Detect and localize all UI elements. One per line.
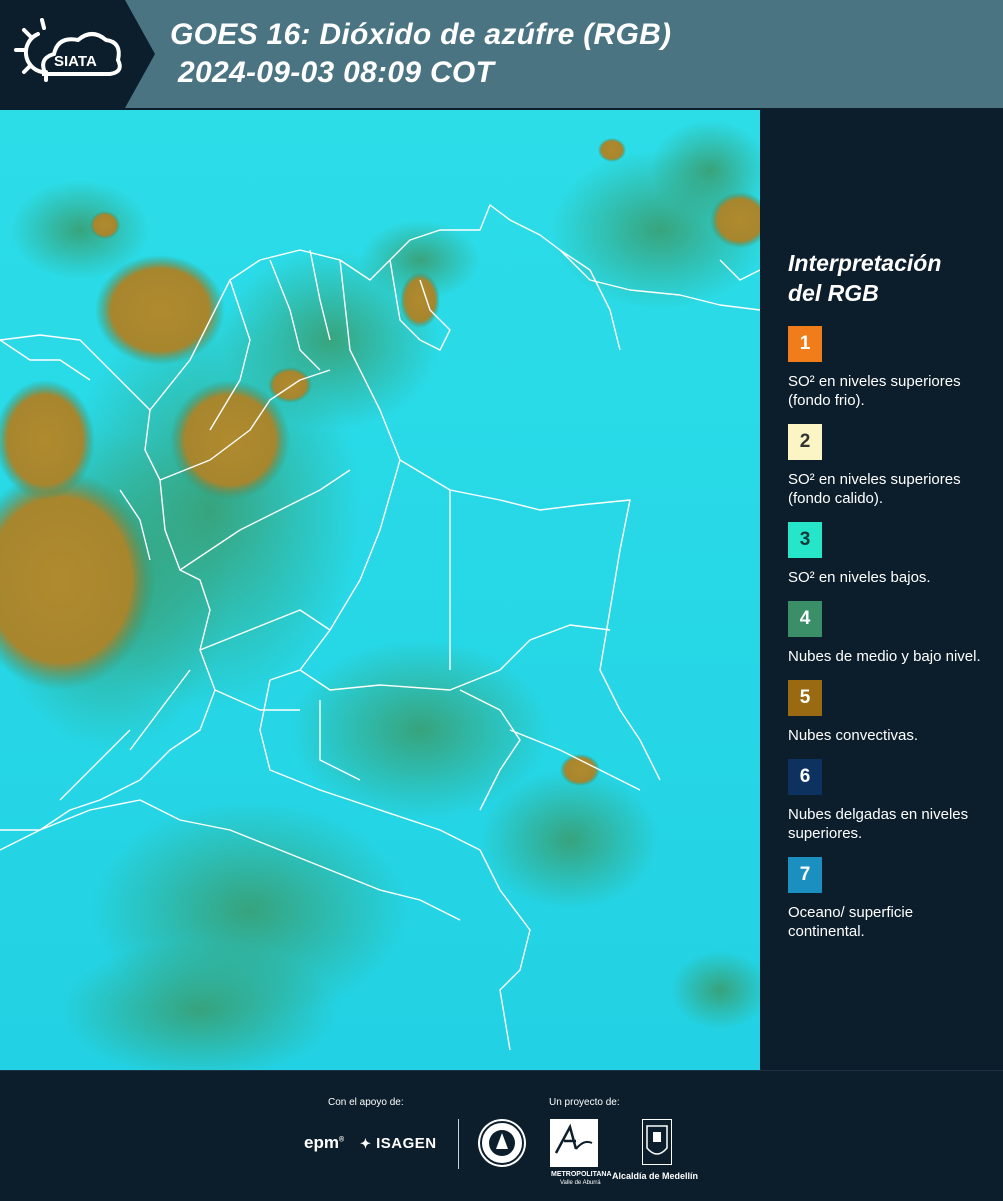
siata-sun-cloud-icon: SIATA xyxy=(14,18,122,82)
page-title: GOES 16: Dióxido de azúfre (RGB) 2024-09… xyxy=(170,16,671,92)
so2-rgb-map xyxy=(0,110,760,1070)
legend-swatch-6: 6 xyxy=(788,759,822,795)
legend-swatch-5: 5 xyxy=(788,680,822,716)
alcaldia-caption: Alcaldía de Medellín xyxy=(612,1171,699,1181)
satellite-image xyxy=(0,110,760,1070)
isagen-logo[interactable]: ✦ ISAGEN xyxy=(360,1135,437,1152)
legend-label-7: Oceano/ superficie continental. xyxy=(788,904,914,940)
svg-text:SIATA: SIATA xyxy=(54,53,97,70)
legend-label-5: Nubes convectivas. xyxy=(788,727,919,744)
legend-item-7: 7 Oceano/ superficie continental. xyxy=(788,857,988,941)
legend-item-5: 5 Nubes convectivas. xyxy=(788,680,988,745)
rgb-legend: Interpretación del RGB 1 SO² en niveles s… xyxy=(788,248,988,955)
support-label: Con el apoyo de: xyxy=(328,1097,404,1108)
shield-icon xyxy=(646,1125,668,1155)
alcaldia-shield-logo[interactable] xyxy=(642,1119,672,1165)
legend-label-4: Nubes de medio y bajo nivel. xyxy=(788,648,981,665)
logo-arrow-shape xyxy=(125,0,155,108)
legend-swatch-3: 3 xyxy=(788,522,822,558)
legend-swatch-4: 4 xyxy=(788,601,822,637)
legend-item-3: 3 SO² en niveles bajos. xyxy=(788,522,988,587)
legend-swatch-7: 7 xyxy=(788,857,822,893)
legend-label-6: Nubes delgadas en niveles superiores. xyxy=(788,806,969,842)
legend-item-1: 1 SO² en niveles superiores (fondo frio). xyxy=(788,326,988,410)
project-label: Un proyecto de: xyxy=(549,1097,620,1108)
legend-label-2: SO² en niveles superiores (fondo calido)… xyxy=(788,471,961,507)
area-subcaption: Valle de Aburrá xyxy=(560,1180,601,1186)
legend-swatch-1: 1 xyxy=(788,326,822,362)
isagen-mark-icon: ✦ xyxy=(360,1136,372,1151)
area-mark-icon xyxy=(554,1123,593,1154)
seal-icon xyxy=(480,1121,524,1165)
area-metropolitana-logo[interactable] xyxy=(550,1119,598,1167)
legend-item-2: 2 SO² en niveles superiores (fondo calido… xyxy=(788,424,988,508)
legend-item-6: 6 Nubes delgadas en niveles superiores. xyxy=(788,759,988,843)
siata-logo[interactable]: SIATA xyxy=(0,0,125,108)
legend-swatch-2: 2 xyxy=(788,424,822,460)
legend-title: Interpretación del RGB xyxy=(788,250,942,306)
medellin-seal-logo[interactable] xyxy=(478,1119,526,1167)
epm-logo[interactable]: epm® xyxy=(304,1133,344,1153)
area-caption: METROPOLITANA xyxy=(551,1171,612,1178)
title-line-1: GOES 16: Dióxido de azúfre (RGB) xyxy=(170,18,672,51)
legend-label-1: SO² en niveles superiores (fondo frio). xyxy=(788,373,961,409)
header-bar: SIATA GOES 16: Dióxido de azúfre (RGB) 2… xyxy=(0,0,1003,108)
title-line-2: 2024-09-03 08:09 COT xyxy=(178,56,495,89)
legend-item-4: 4 Nubes de medio y bajo nivel. xyxy=(788,601,988,666)
legend-label-3: SO² en niveles bajos. xyxy=(788,569,931,586)
footer: Con el apoyo de: Un proyecto de: epm® ✦ … xyxy=(0,1070,1003,1201)
footer-divider xyxy=(458,1119,459,1169)
